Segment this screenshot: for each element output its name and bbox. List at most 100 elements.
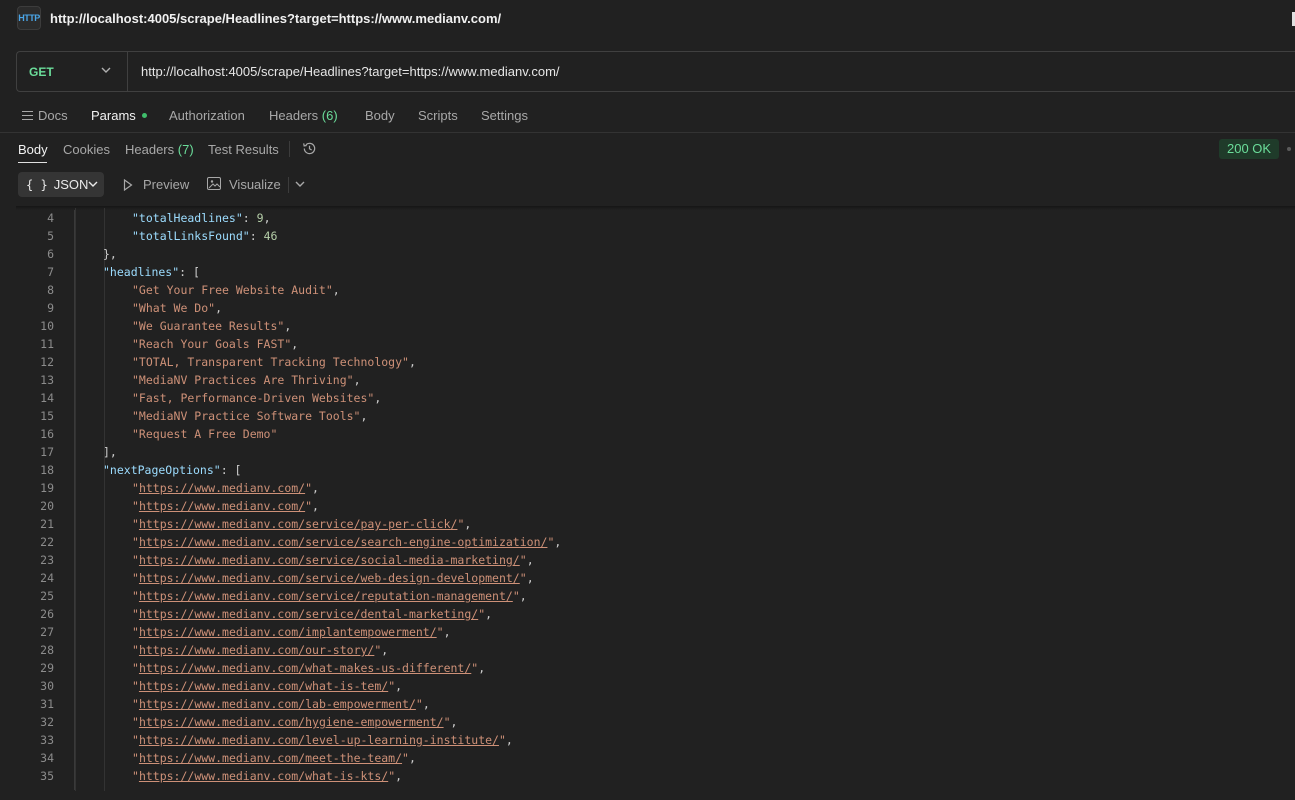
line-number: 20 [40,499,54,513]
json-token: "totalLinksFound" [132,229,250,243]
json-token: , [263,211,271,225]
json-token: , [554,535,562,549]
line-number: 8 [47,283,54,297]
json-token: " [132,499,139,513]
line-number: 7 [47,265,54,279]
history-icon[interactable] [302,141,317,156]
json-token: , [526,571,534,585]
json-token: , [360,409,368,423]
tab-authorization[interactable]: Authorization [169,108,245,123]
line-number: 15 [40,409,54,423]
url-link[interactable]: https://www.medianv.com/lab-empowerment/ [139,697,416,711]
line-number: 25 [40,589,54,603]
json-token: , [312,481,319,495]
visualize-button[interactable]: Visualize [229,177,281,192]
braces-icon: { } [26,178,48,192]
request-title[interactable]: http://localhost:4005/scrape/Headlines?t… [50,11,501,26]
json-token: "MediaNV Practices Are Thriving" [132,373,354,387]
url-link[interactable]: https://www.medianv.com/ [139,481,305,495]
url-link[interactable]: https://www.medianv.com/implantempowerme… [139,625,437,639]
response-tab-body[interactable]: Body [18,142,48,157]
url-input[interactable]: http://localhost:4005/scrape/Headlines?t… [141,64,560,79]
url-link[interactable]: https://www.medianv.com/meet-the-team/ [139,751,402,765]
preview-button[interactable]: Preview [143,177,189,192]
url-link[interactable]: https://www.medianv.com/what-is-tem/ [139,679,388,693]
response-tab-test-results[interactable]: Test Results [208,142,279,157]
response-tab-headers[interactable]: Headers (7) [125,142,194,157]
json-token: , [478,661,486,675]
tab-settings[interactable]: Settings [481,108,528,123]
url-link[interactable]: https://www.medianv.com/service/web-desi… [139,571,520,585]
url-link[interactable]: https://www.medianv.com/service/social-m… [139,553,520,567]
title-bar: HTTP http://localhost:4005/scrape/Headli… [0,0,1295,40]
chevron-down-icon [101,67,111,73]
json-token: "Fast, Performance-Driven Websites" [132,391,375,405]
response-tab-cookies[interactable]: Cookies [63,142,110,157]
status-badge[interactable]: 200 OK [1219,139,1280,159]
url-link[interactable]: https://www.medianv.com/service/pay-per-… [139,517,458,531]
json-token: , [284,319,292,333]
play-icon [123,179,133,191]
json-token: , [464,517,472,531]
json-token: , [381,643,389,657]
line-number: 30 [40,679,54,693]
json-token: , [519,589,527,603]
json-token: " [305,481,313,495]
url-link[interactable]: https://www.medianv.com/service/reputati… [139,589,513,603]
url-link[interactable]: https://www.medianv.com/level-up-learnin… [139,733,499,747]
tab-headers[interactable]: Headers (6) [269,108,338,123]
json-token: " [132,769,139,783]
code-content: "MediaNV Practice Software Tools", [132,407,367,425]
url-link[interactable]: https://www.medianv.com/hygiene-empowerm… [139,715,444,729]
json-token: " [132,661,139,675]
json-token: , [505,733,513,747]
url-link[interactable]: https://www.medianv.com/our-story/ [139,643,374,657]
json-token: , [312,499,319,513]
line-number: 21 [40,517,54,531]
line-number: 5 [47,229,54,243]
format-label: JSON [53,177,89,192]
tab-params[interactable]: Params [91,108,147,123]
json-token: " [132,607,139,621]
tab-body[interactable]: Body [365,108,395,123]
json-token: "TOTAL, Transparent Tracking Technology" [132,355,409,369]
tab-docs[interactable]: Docs [38,108,68,123]
url-link[interactable]: https://www.medianv.com/service/search-e… [139,535,548,549]
method-label: GET [29,65,54,79]
code-content: "https://www.medianv.com/what-is-tem/", [132,677,402,695]
line-number: 33 [40,733,54,747]
indent-guide [104,208,105,791]
code-content: "https://www.medianv.com/meet-the-team/"… [132,749,416,767]
url-link[interactable]: https://www.medianv.com/what-makes-us-di… [139,661,471,675]
line-number: 19 [40,481,54,495]
method-select[interactable]: GET [17,52,128,91]
line-number: 16 [40,427,54,441]
code-content: "https://www.medianv.com/service/search-… [132,533,561,551]
json-token: " [132,553,139,567]
json-token: , [443,625,451,639]
json-token: " [132,697,139,711]
response-headers-count: (7) [177,142,194,157]
url-link[interactable]: https://www.medianv.com/service/dental-m… [139,607,478,621]
url-link[interactable]: https://www.medianv.com/what-is-kts/ [139,769,388,783]
code-content: "https://www.medianv.com/level-up-learni… [132,731,513,749]
json-token: "Reach Your Goals FAST" [132,337,292,351]
tab-scripts[interactable]: Scripts [418,108,458,123]
json-token: "We Guarantee Results" [132,319,285,333]
json-token: ], [103,445,117,459]
json-token: " [436,625,444,639]
json-token: , [395,769,403,783]
url-link[interactable]: https://www.medianv.com/ [139,499,305,513]
request-bar: GET http://localhost:4005/scrape/Headlin… [16,51,1295,92]
line-number: 24 [40,571,54,585]
tab-separator [289,141,290,157]
response-body-editor[interactable]: 4 "totalHeadlines": 9, 5 "totalLinksFound":… [16,208,1295,791]
chevron-down-icon[interactable] [295,177,305,191]
more-dot-icon [1287,147,1291,151]
format-select[interactable]: { } JSON [18,172,104,197]
line-number: 12 [40,355,54,369]
json-token: , [353,373,361,387]
chevron-down-icon [88,181,98,187]
line-number: 26 [40,607,54,621]
response-tab-headers-label: Headers [125,142,175,157]
